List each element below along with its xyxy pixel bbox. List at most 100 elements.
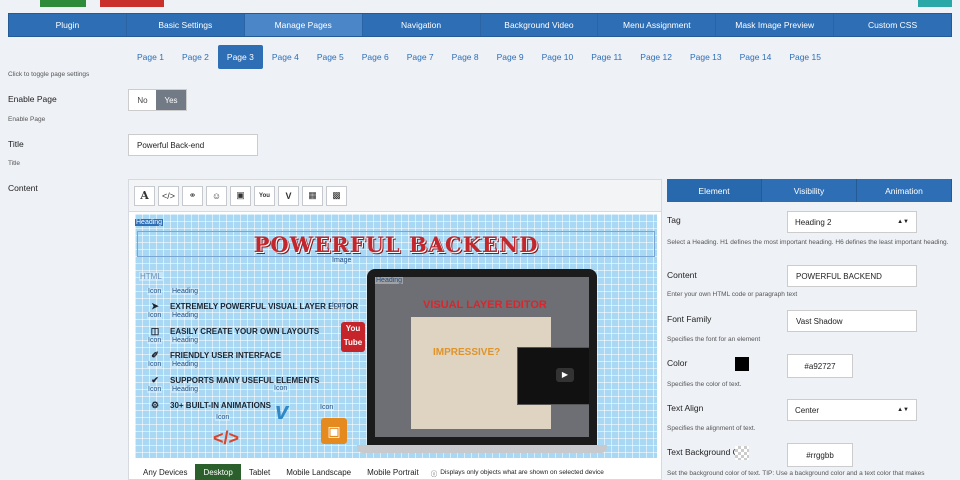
feature-item[interactable]: ✐ FRIENDLY USER INTERFACE — [149, 350, 281, 361]
layout-icon: ◫ — [150, 326, 160, 336]
font-family-help: Specifies the font for an element — [667, 336, 761, 343]
heading-tag[interactable]: Heading — [171, 288, 200, 295]
page-tab-14[interactable]: Page 14 — [731, 45, 781, 69]
heading-tag[interactable]: Heading — [171, 361, 200, 368]
enable-page-toggle[interactable]: No Yes — [128, 89, 187, 111]
color-swatch[interactable] — [735, 357, 749, 371]
icon-tag[interactable]: Icon — [331, 302, 347, 309]
device-mobile-landscape[interactable]: Mobile Landscape — [278, 464, 359, 480]
feature-text: 30+ BUILT-IN ANIMATIONS — [170, 401, 271, 410]
page-tab-3[interactable]: Page 3 — [217, 45, 263, 69]
heading-tag[interactable]: Heading — [171, 312, 200, 319]
app-root: Plugin Basic Settings Manage Pages Navigati… — [0, 0, 960, 480]
html-layer-tag[interactable]: HTML — [139, 272, 163, 281]
font-family-input[interactable]: Vast Shadow — [787, 310, 917, 332]
top-strip-teal — [918, 0, 952, 7]
nav-item-navigation[interactable]: Navigation — [363, 14, 481, 36]
tag-select[interactable]: Heading 2 ▲▼ — [787, 211, 917, 233]
image-tool-icon[interactable]: ▣ — [230, 185, 251, 206]
editor-canvas[interactable]: Heading POWERFUL BACKEND Image HTML Icon… — [135, 214, 657, 458]
panel-tabs: Element Visibility Animation — [667, 179, 952, 202]
icon-tag[interactable]: Icon — [147, 288, 163, 295]
page-tab-1[interactable]: Page 1 — [128, 45, 173, 69]
feature-item[interactable]: ⚙ 30+ BUILT-IN ANIMATIONS — [149, 400, 271, 411]
content-input[interactable]: POWERFUL BACKEND — [787, 265, 917, 287]
page-tab-9[interactable]: Page 9 — [488, 45, 533, 69]
laptop-base — [357, 445, 607, 453]
text-align-select-value: Center — [795, 405, 820, 415]
heading-layer[interactable]: POWERFUL BACKEND — [137, 231, 655, 257]
text-bg-input[interactable]: #rrggbb — [787, 443, 853, 467]
heading-tag[interactable]: Heading — [171, 337, 200, 344]
nav-item-custom-css[interactable]: Custom CSS — [834, 14, 951, 36]
toggle-hint[interactable]: Click to toggle page settings — [8, 71, 89, 78]
page-tab-13[interactable]: Page 13 — [681, 45, 731, 69]
code-tool-icon[interactable]: </> — [158, 185, 179, 206]
nav-item-plugin[interactable]: Plugin — [9, 14, 127, 36]
page-tab-2[interactable]: Page 2 — [173, 45, 218, 69]
text-tool-icon[interactable]: A — [134, 185, 155, 206]
page-tab-7[interactable]: Page 7 — [398, 45, 443, 69]
vimeo-icon[interactable]: v — [275, 398, 288, 426]
heading-tag[interactable]: Heading — [171, 386, 200, 393]
nav-item-basic-settings[interactable]: Basic Settings — [127, 14, 245, 36]
toggle-yes-button[interactable]: Yes — [156, 90, 186, 110]
code-icon[interactable]: </> — [213, 428, 239, 449]
transparent-swatch[interactable] — [735, 446, 749, 460]
image-layer-tag[interactable]: Image — [331, 257, 353, 264]
device-any-devices[interactable]: Any Devices — [135, 464, 195, 480]
smiley-tool-icon[interactable]: ☺ — [206, 185, 227, 206]
text-align-select[interactable]: Center ▲▼ — [787, 399, 917, 421]
screen-heading-tag[interactable]: Heading — [375, 277, 404, 284]
file-tool-icon[interactable]: ▦ — [302, 185, 323, 206]
toggle-no-button[interactable]: No — [129, 90, 156, 110]
page-tab-6[interactable]: Page 6 — [353, 45, 398, 69]
title-label: Title — [8, 139, 24, 149]
vimeo-tool-icon[interactable]: V — [278, 185, 299, 206]
nav-item-menu-assignment[interactable]: Menu Assignment — [598, 14, 717, 36]
device-mobile-portrait[interactable]: Mobile Portrait — [359, 464, 427, 480]
page-tab-5[interactable]: Page 5 — [308, 45, 353, 69]
nav-item-manage-pages[interactable]: Manage Pages — [244, 14, 363, 36]
page-tab-8[interactable]: Page 8 — [443, 45, 488, 69]
page-tab-11[interactable]: Page 11 — [582, 45, 631, 69]
feature-item[interactable]: ➤ EXTREMELY POWERFUL VISUAL LAYER EDITOR — [149, 301, 358, 312]
device-desktop[interactable]: Desktop — [195, 464, 241, 480]
panel-tab-visibility[interactable]: Visibility — [762, 179, 857, 202]
icon-tag[interactable]: Icon — [147, 312, 163, 319]
panel-tab-animation[interactable]: Animation — [857, 179, 952, 202]
enable-page-label: Enable Page — [8, 94, 57, 104]
select-arrows-icon: ▲▼ — [897, 219, 909, 225]
feature-item[interactable]: ✔ SUPPORTS MANY USEFUL ELEMENTS — [149, 375, 319, 386]
screen-heading: VISUAL LAYER EDITOR — [423, 299, 547, 311]
page-tab-10[interactable]: Page 10 — [533, 45, 583, 69]
icon-tag[interactable]: Icon — [319, 404, 335, 411]
heading-layer-tag[interactable]: Heading — [135, 219, 164, 226]
title-input[interactable]: Powerful Back-end — [128, 134, 258, 156]
icon-tag[interactable]: Icon — [147, 386, 163, 393]
link-tool-icon[interactable]: ⚭ — [182, 185, 203, 206]
feature-text: EXTREMELY POWERFUL VISUAL LAYER EDITOR — [170, 302, 359, 311]
resize-tool-icon[interactable]: ▩ — [326, 185, 347, 206]
page-tab-12[interactable]: Page 12 — [631, 45, 681, 69]
page-tab-4[interactable]: Page 4 — [263, 45, 308, 69]
device-tablet[interactable]: Tablet — [241, 464, 278, 480]
select-arrows-icon: ▲▼ — [897, 407, 909, 413]
icon-tag[interactable]: Icon — [147, 337, 163, 344]
feature-item[interactable]: ◫ EASILY CREATE YOUR OWN LAYOUTS — [149, 326, 319, 337]
youtube-icon[interactable]: You Tube — [341, 322, 365, 352]
image-icon[interactable]: ▣ — [321, 418, 347, 444]
youtube-tool-icon[interactable]: You — [254, 185, 275, 206]
icon-tag[interactable]: Icon — [215, 414, 231, 421]
page-tab-15[interactable]: Page 15 — [780, 45, 830, 69]
color-input[interactable]: #a92727 — [787, 354, 853, 378]
nav-item-background-video[interactable]: Background Video — [481, 14, 599, 36]
content-field-label: Content — [667, 270, 697, 280]
icon-tag[interactable]: Icon — [147, 361, 163, 368]
panel-tab-element[interactable]: Element — [667, 179, 762, 202]
laptop-image[interactable]: Heading VISUAL LAYER EDITOR IMPRESSIVE? … — [367, 269, 597, 447]
text-bg-help: Set the background color of text. TIP: U… — [667, 470, 925, 477]
nav-item-mask-image-preview[interactable]: Mask Image Preview — [716, 14, 835, 36]
eyedropper-icon: ✐ — [151, 350, 159, 360]
icon-tag[interactable]: Icon — [273, 385, 289, 392]
